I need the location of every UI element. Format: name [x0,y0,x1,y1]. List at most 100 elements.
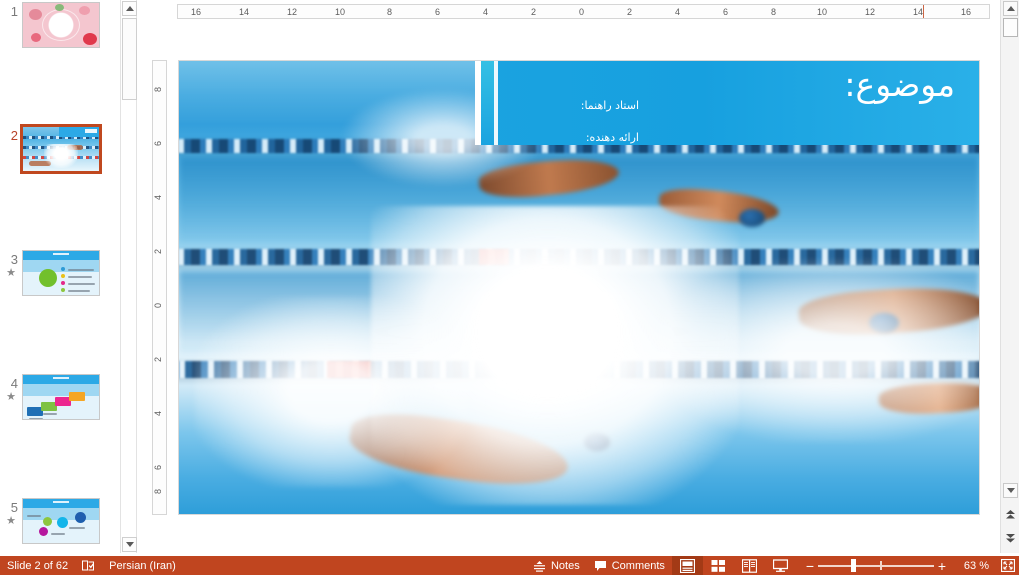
legend-text [68,276,92,278]
slide-thumbnail-frame[interactable] [22,374,100,420]
ruler-tick-label: 16 [961,8,971,17]
ruler-tick-label: 8 [771,8,776,17]
slide-thumbnail-frame[interactable] [22,250,100,296]
ruler-tick-label: 10 [335,8,345,17]
notes-button[interactable]: Notes [526,556,587,575]
slide-number-3: 3 [4,252,18,267]
ruler-tick-label: 14 [913,8,923,17]
horizontal-ruler[interactable]: 16 14 12 10 8 6 4 2 0 2 4 6 8 10 12 14 1… [177,4,990,19]
slide-preview-5 [23,499,99,543]
slide-sorter-icon [711,559,726,573]
normal-view-button[interactable] [672,556,703,575]
slide-thumbnail-frame-selected[interactable] [20,124,102,174]
slide-thumbnail-frame[interactable] [22,498,100,544]
scroll-down-button[interactable] [1003,483,1018,498]
zoom-in-button[interactable]: + [934,559,950,573]
slide-number-2: 2 [4,128,18,143]
legend-dot [61,288,65,292]
swim-cap [739,209,765,227]
banner-divider-stripe [475,61,481,145]
title-text-preview [53,377,69,379]
zoom-out-button[interactable]: − [802,559,818,573]
title-banner[interactable]: موضوع: استاد راهنما: ارائه دهنده: [475,61,979,145]
slide-title[interactable]: موضوع: [844,67,955,103]
slide-counter[interactable]: Slide 2 of 62 [0,556,75,575]
slide-thumbnail-pane[interactable]: 1 2 [0,0,120,553]
comments-button[interactable]: Comments [587,556,672,575]
language-indicator[interactable]: Persian (Iran) [102,556,183,575]
spellcheck-button[interactable] [75,556,102,575]
triangle-down-icon [126,542,134,547]
rose-graphic [79,6,90,15]
slide-thumbnail-5[interactable]: 5 ★ [0,496,120,553]
slide-show-button[interactable] [765,556,796,575]
slide-preview-2 [23,127,99,171]
slide-background [23,251,99,295]
title-text-preview [85,129,97,133]
thumbnail-scroll-up-button[interactable] [122,1,137,16]
slide-thumbnail-1[interactable]: 1 [0,0,120,62]
reading-view-button[interactable] [734,556,765,575]
slide-thumbnail-frame[interactable] [22,2,100,48]
legend-text [68,290,90,292]
slide-thumbnail-3[interactable]: 3 ★ [0,248,120,310]
water-splash [371,206,739,505]
ruler-tick-label: 8 [154,87,163,92]
scroll-up-button[interactable] [1003,1,1018,16]
step-box [69,392,85,401]
ruler-tick-label: 2 [154,357,163,362]
chart-circle [39,269,57,287]
slide-preview-3 [23,251,99,295]
title-text-preview [53,501,69,503]
previous-slide-button[interactable] [1003,507,1018,522]
ruler-tick-label: 12 [865,8,875,17]
slide-thumbnail-2[interactable]: 2 [0,124,120,186]
ruler-tick-label: 2 [627,8,632,17]
animation-star-icon: ★ [4,392,18,403]
legend-dot [61,281,65,285]
slide-sorter-button[interactable] [703,556,734,575]
slide-background [23,499,99,543]
slide-thumbnail-4[interactable]: 4 ★ [0,372,120,434]
ruler-tick-label: 6 [723,8,728,17]
triangle-up-icon [126,6,134,11]
bubble [43,517,52,526]
slide-canvas[interactable]: موضوع: استاد راهنما: ارائه دهنده: [178,60,980,515]
animation-star-icon: ★ [4,516,18,527]
zoom-slider-handle[interactable] [851,559,856,572]
vertical-ruler[interactable]: 8 6 4 2 0 2 4 6 8 [152,60,167,515]
bubble [39,527,48,536]
rose-graphic [31,33,41,42]
triangle-down-icon [1007,488,1015,493]
presenter-placeholder[interactable]: ارائه دهنده: [586,131,639,145]
slide-area-scrollbar[interactable] [1000,0,1019,553]
thumbnail-scroll-down-button[interactable] [122,537,137,552]
zoom-slider-midpoint [880,561,882,570]
floral-background [23,3,99,47]
zoom-control[interactable]: − + [796,556,956,575]
thumbnail-scrollbar-thumb[interactable] [122,18,137,100]
fit-to-window-button[interactable] [997,556,1019,575]
scrollbar-thumb[interactable] [1003,18,1018,37]
caption-text [69,527,85,529]
slide-number-4: 4 [4,376,18,391]
animation-star-icon: ★ [4,268,18,279]
ruler-tick-label: 4 [154,411,163,416]
zoom-slider[interactable] [818,556,934,575]
zoom-level-label[interactable]: 63 % [956,556,997,575]
caption-text [43,413,57,415]
ruler-tick-label: 10 [817,8,827,17]
proofing-icon [82,560,95,572]
water-splash [44,144,77,169]
ruler-tick-label: 12 [287,8,297,17]
ruler-tick-label: 6 [435,8,440,17]
next-slide-button[interactable] [1003,531,1018,546]
legend-text [68,283,95,285]
zoom-slider-track [818,565,934,567]
ruler-tick-label: 14 [239,8,249,17]
supervisor-placeholder[interactable]: استاد راهنما: [581,99,639,113]
notes-label: Notes [551,560,580,572]
fit-to-window-icon [1001,559,1015,572]
ruler-tick-label: 8 [154,489,163,494]
thumbnail-scrollbar[interactable] [120,0,137,553]
